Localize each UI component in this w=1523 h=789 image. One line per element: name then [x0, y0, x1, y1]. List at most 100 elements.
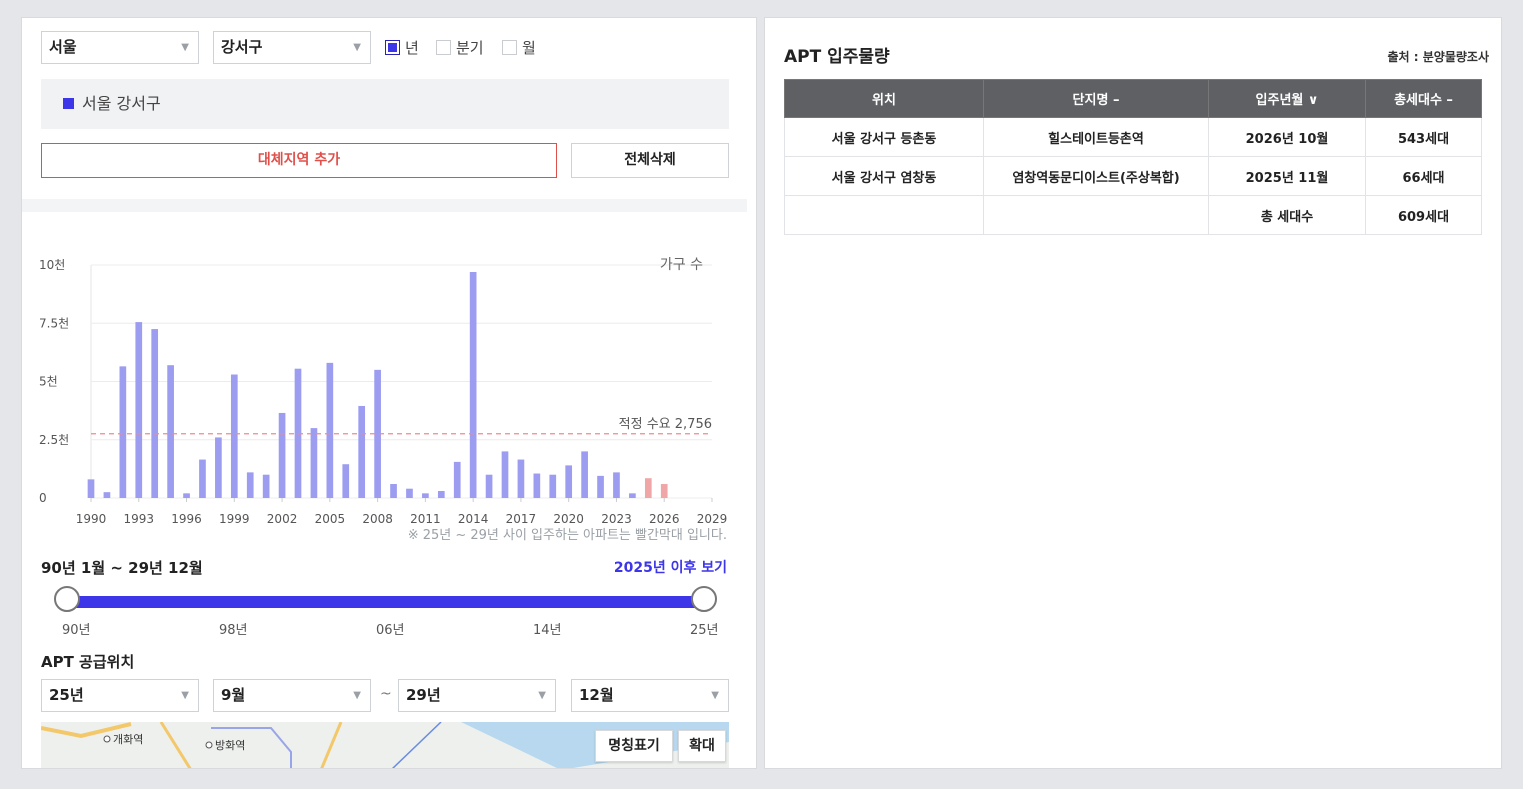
add-region-button[interactable]: 대체지역 추가 [41, 143, 557, 178]
delete-all-button[interactable]: 전체삭제 [571, 143, 729, 178]
bar [342, 464, 350, 498]
chart-note: ※ 25년 ~ 29년 사이 입주하는 아파트는 빨간막대 입니다. [407, 528, 727, 543]
bar [358, 405, 366, 498]
range-slider-start-handle[interactable] [54, 586, 80, 612]
bar [230, 374, 238, 498]
range-tick: 25년 [690, 623, 719, 638]
checkbox-year[interactable]: 년 [385, 37, 419, 58]
checkbox-month-label: 월 [522, 39, 536, 57]
district-select[interactable]: 강서구 ▼ [213, 31, 371, 64]
bar [422, 493, 429, 498]
bar [135, 322, 143, 498]
bar [485, 474, 493, 498]
x-tick-label: 2008 [362, 512, 393, 526]
from-year-value: 25년 [49, 686, 84, 704]
bar [103, 492, 111, 498]
checkbox-empty-icon [502, 40, 517, 55]
city-select[interactable]: 서울 ▼ [41, 31, 199, 64]
y-tick-label: 5천 [39, 374, 58, 389]
bar [613, 472, 620, 498]
table-row[interactable]: 서울 강서구 염창동 염창역동문디이스트(주상복합) 2025년 11월 66세… [784, 156, 1482, 196]
column-header-complex[interactable]: 단지명 – [983, 79, 1209, 118]
chevron-down-icon: ▼ [181, 690, 189, 701]
bar [437, 491, 445, 498]
bar [549, 474, 557, 498]
bar [183, 493, 190, 498]
cell-households: 66세대 [1365, 156, 1482, 196]
bar [119, 366, 127, 498]
column-header-move-in-date[interactable]: 입주년월 ∨ [1208, 79, 1366, 118]
bar [87, 479, 95, 498]
column-header-location[interactable]: 위치 [784, 79, 984, 118]
bar [501, 451, 509, 498]
map-label: 개화역 [113, 733, 143, 746]
x-tick-label: 1999 [219, 512, 250, 526]
chevron-down-icon: ▼ [538, 690, 546, 701]
move-in-volume-title: APT 입주물량 [784, 47, 890, 67]
x-tick-label: 1996 [171, 512, 202, 526]
range-tick: 14년 [533, 623, 562, 638]
to-month-select[interactable]: 12월 ▼ [571, 679, 729, 712]
bar [629, 493, 636, 498]
bar [246, 472, 254, 498]
bar [533, 473, 541, 498]
map-label: 방화역 [215, 739, 245, 752]
selected-region-item: 서울 강서구 [41, 79, 729, 129]
from-month-value: 9월 [221, 686, 246, 704]
move-in-volume-panel: APT 입주물량 출처 : 분양물량조사 위치 단지명 – 입주년월 ∨ 총세대… [764, 17, 1502, 769]
table-row[interactable]: 서울 강서구 등촌동 힐스테이트등촌역 2026년 10월 543세대 [784, 117, 1482, 157]
bar [644, 478, 652, 498]
x-tick-label: 1993 [123, 512, 154, 526]
bar [406, 488, 413, 498]
bar [326, 362, 334, 498]
range-tick: 98년 [219, 623, 248, 638]
section-divider [22, 199, 747, 212]
from-month-select[interactable]: 9월 ▼ [213, 679, 371, 712]
view-after-2025-link[interactable]: 2025년 이후 보기 [614, 557, 727, 577]
x-tick-label: 2005 [315, 512, 346, 526]
chart-panel: 서울 ▼ 강서구 ▼ 년 분기 월 서울 강서구 대체지역 추가 전체삭제 0 2… [21, 17, 757, 769]
cell-location: 서울 강서구 등촌동 [784, 117, 984, 157]
range-slider-end-handle[interactable] [691, 586, 717, 612]
region-color-swatch-icon [63, 98, 74, 109]
cell-empty [784, 195, 984, 235]
checkbox-year-label: 년 [405, 39, 419, 57]
data-source-label: 출처 : 분양물량조사 [1387, 50, 1489, 64]
supply-map[interactable]: 개화역 방화역 명칭표기 확대 [41, 722, 729, 768]
map-label-toggle-button[interactable]: 명칭표기 [595, 730, 673, 762]
bar [310, 428, 318, 498]
checkbox-checked-icon [385, 40, 400, 55]
from-year-select[interactable]: 25년 ▼ [41, 679, 199, 712]
move-in-table: 위치 단지명 – 입주년월 ∨ 총세대수 – 서울 강서구 등촌동 힐스테이트등… [784, 79, 1482, 235]
map-zoom-button[interactable]: 확대 [678, 730, 726, 762]
checkbox-quarter[interactable]: 분기 [436, 37, 484, 58]
chevron-down-icon: ▼ [353, 690, 361, 701]
y-tick-label: 10천 [39, 257, 65, 272]
bar [262, 474, 270, 498]
bar [151, 329, 159, 498]
column-header-households[interactable]: 총세대수 – [1365, 79, 1482, 118]
city-select-value: 서울 [49, 38, 77, 56]
chevron-down-icon: ▼ [353, 42, 361, 53]
table-total-row: 총 세대수 609세대 [784, 195, 1482, 235]
cell-total-households: 609세대 [1365, 195, 1482, 235]
range-tick: 06년 [376, 623, 405, 638]
reference-line-label: 적정 수요 2,756 [619, 417, 712, 432]
range-tilde: ~ [380, 686, 392, 702]
supply-location-title: APT 공급위치 [41, 653, 135, 671]
x-tick-label: 1990 [76, 512, 107, 526]
selected-region-label: 서울 강서구 [82, 94, 161, 113]
cell-complex: 염창역동문디이스트(주상복합) [983, 156, 1209, 196]
to-year-select[interactable]: 29년 ▼ [398, 679, 556, 712]
chart-legend-label: 가구 수 [660, 257, 703, 273]
range-tick: 90년 [62, 623, 91, 638]
checkbox-month[interactable]: 월 [502, 37, 536, 58]
bar [453, 461, 461, 498]
cell-total-label: 총 세대수 [1208, 195, 1366, 235]
cell-complex: 힐스테이트등촌역 [983, 117, 1209, 157]
bar [565, 465, 573, 498]
to-month-value: 12월 [579, 686, 614, 704]
cell-empty [983, 195, 1209, 235]
range-slider-track[interactable] [68, 596, 704, 608]
bar [390, 484, 397, 498]
